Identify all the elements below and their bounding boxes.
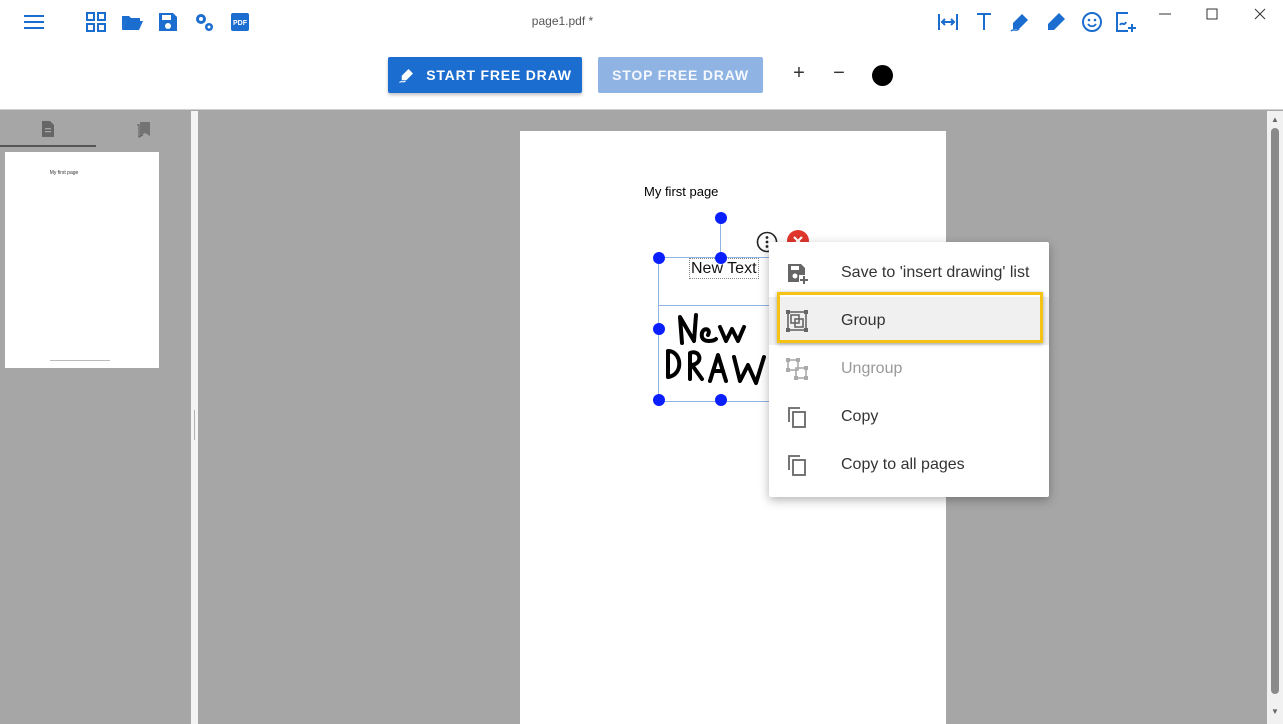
- emoji-icon[interactable]: [1080, 10, 1104, 34]
- menu-item-label: Copy: [841, 408, 879, 425]
- pages-icon[interactable]: [38, 119, 58, 139]
- minimize-icon[interactable]: [1155, 4, 1175, 24]
- thumbnail-panel: My first page: [0, 111, 191, 724]
- insert-drawing-icon[interactable]: [1114, 10, 1138, 34]
- scroll-down-icon[interactable]: ▼: [1270, 708, 1280, 716]
- divider-grip[interactable]: [194, 410, 195, 440]
- menu-item-copy-to-all-pages[interactable]: Copy to all pages: [769, 441, 1049, 489]
- start-free-draw-label: START FREE DRAW: [426, 67, 572, 83]
- resize-handle-bottom[interactable]: [715, 394, 727, 406]
- menu-item-label: Ungroup: [841, 360, 903, 377]
- stop-free-draw-button[interactable]: STOP FREE DRAW: [598, 57, 763, 93]
- zoom-out-button[interactable]: −: [829, 62, 849, 85]
- menu-item-ungroup[interactable]: Ungroup: [769, 345, 1049, 393]
- active-tab-indicator: [0, 145, 96, 147]
- copy-icon: [785, 405, 809, 429]
- highlight-box: [777, 292, 1043, 343]
- menu-item-save-to-insert-drawing[interactable]: Save to 'insert drawing' list: [769, 249, 1049, 297]
- vertical-scrollbar[interactable]: ▲ ▼: [1267, 111, 1283, 724]
- bookmarks-icon[interactable]: [134, 119, 154, 139]
- save-plus-icon: [785, 261, 809, 285]
- pen-icon[interactable]: [1044, 10, 1068, 34]
- resize-handle-bottom-left[interactable]: [653, 394, 665, 406]
- pen-color-swatch[interactable]: [872, 65, 893, 86]
- resize-handle-left[interactable]: [653, 323, 665, 335]
- thumbnail-title: My first page: [49, 170, 79, 176]
- resize-handle-top-left[interactable]: [653, 252, 665, 264]
- copy-all-icon: [785, 453, 809, 477]
- menu-item-label: Copy to all pages: [841, 456, 965, 473]
- start-free-draw-button[interactable]: START FREE DRAW: [388, 57, 582, 93]
- fit-width-icon[interactable]: [936, 10, 960, 34]
- panel-tabs: [0, 111, 191, 147]
- thumbnail-footer: [50, 360, 110, 361]
- brush-icon: [399, 69, 414, 83]
- menu-item-copy[interactable]: Copy: [769, 393, 1049, 441]
- resize-handle-top[interactable]: [715, 252, 727, 264]
- menu-item-label: Save to 'insert drawing' list: [841, 264, 1030, 281]
- page-title: My first page: [644, 184, 719, 199]
- text-icon[interactable]: [972, 10, 996, 34]
- context-menu: Save to 'insert drawing' list Group Ungr…: [769, 242, 1049, 497]
- scroll-up-icon[interactable]: ▲: [1270, 116, 1280, 124]
- ungroup-icon: [785, 357, 809, 381]
- close-window-icon[interactable]: [1250, 4, 1270, 24]
- page-thumbnail[interactable]: My first page: [5, 152, 159, 368]
- scrollbar-thumb[interactable]: [1271, 128, 1279, 694]
- maximize-icon[interactable]: [1202, 4, 1222, 24]
- free-drawing[interactable]: [660, 305, 780, 400]
- stop-free-draw-label: STOP FREE DRAW: [612, 67, 749, 83]
- top-toolbar: PDF page1.pdf * START FREE DRAW STOP FRE…: [0, 0, 1283, 110]
- signature-icon[interactable]: [1008, 10, 1032, 34]
- rotate-handle[interactable]: [715, 212, 727, 224]
- zoom-in-button[interactable]: +: [789, 62, 809, 85]
